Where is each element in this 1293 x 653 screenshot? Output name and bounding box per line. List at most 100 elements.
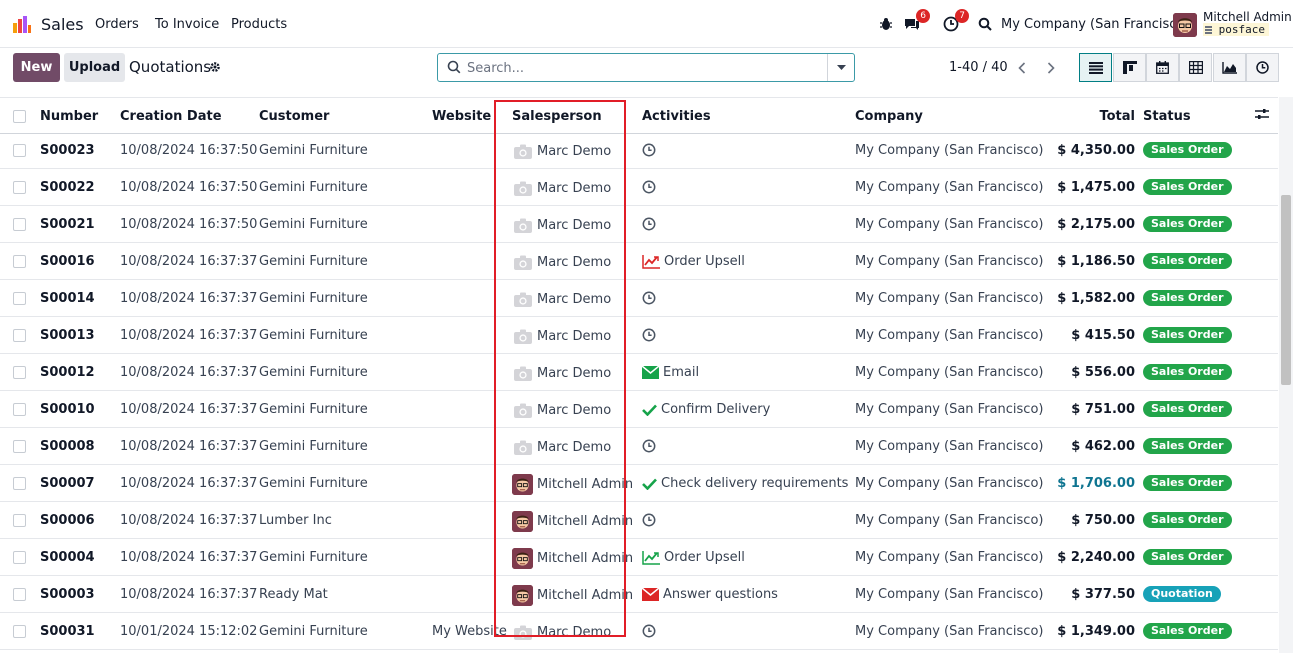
menu-orders[interactable]: Orders [95,17,139,32]
salesperson[interactable]: Mitchell Admin [512,473,633,495]
column-website[interactable]: Website [432,109,491,124]
table-row[interactable]: S00031 10/01/2024 15:12:02 Gemini Furnitur… [0,613,1278,650]
table-row[interactable]: S00003 10/08/2024 16:37:37 Ready Mat Mitche… [0,576,1278,613]
table-row[interactable]: S00008 10/08/2024 16:37:37 Gemini Furnitur… [0,428,1278,465]
calendar-view-button[interactable] [1146,53,1179,82]
user-name[interactable]: Mitchell Admin [1203,10,1292,24]
salesperson[interactable]: Marc Demo [512,251,611,273]
table-row[interactable]: S00012 10/08/2024 16:37:37 Gemini Furnitur… [0,354,1278,391]
search-input[interactable] [467,59,827,77]
row-checkbox[interactable] [13,218,26,231]
table-row[interactable]: S00022 10/08/2024 16:37:50 Gemini Furnitur… [0,169,1278,206]
activity[interactable]: Check delivery requirements [642,476,848,491]
activity-clock-icon[interactable]: 7 [941,9,969,34]
check-icon [642,478,661,490]
select-all-checkbox[interactable] [13,110,26,123]
user-avatar[interactable] [1173,13,1197,37]
activity[interactable] [642,180,660,194]
salesperson[interactable]: Marc Demo [512,621,611,643]
salesperson[interactable]: Mitchell Admin [512,547,633,569]
menu-products[interactable]: Products [231,17,287,32]
column-creation-date[interactable]: Creation Date [120,109,222,124]
search-options-toggle[interactable] [827,54,854,81]
new-button[interactable]: New [13,53,60,82]
table-row[interactable]: S00007 10/08/2024 16:37:37 Gemini Furnitur… [0,465,1278,502]
optional-columns-icon[interactable] [1255,108,1269,124]
creation-date: 10/08/2024 16:37:37 [120,439,258,454]
gear-icon[interactable] [209,61,221,77]
kanban-view-button[interactable] [1113,53,1146,82]
row-checkbox[interactable] [13,551,26,564]
activity[interactable] [642,624,660,638]
salesperson-name: Marc Demo [537,217,612,233]
company-switcher[interactable]: My Company (San Francisco) [1001,17,1189,32]
pager-next-button[interactable] [1037,54,1065,81]
salesperson[interactable]: Mitchell Admin [512,510,633,532]
salesperson[interactable]: Mitchell Admin [512,584,633,606]
table-row[interactable]: S00010 10/08/2024 16:37:37 Gemini Furnitur… [0,391,1278,428]
activity[interactable] [642,291,660,305]
table-row[interactable]: S00013 10/08/2024 16:37:37 Gemini Furnitur… [0,317,1278,354]
pivot-view-button[interactable] [1179,53,1212,82]
column-status[interactable]: Status [1143,109,1191,124]
graph-view-button[interactable] [1213,53,1246,82]
table-row[interactable]: S00014 10/08/2024 16:37:37 Gemini Furnitur… [0,280,1278,317]
upload-button[interactable]: Upload [64,53,125,82]
salesperson[interactable]: Marc Demo [512,436,611,458]
scrollbar-thumb[interactable] [1281,195,1291,385]
activity[interactable] [642,328,660,342]
salesperson[interactable]: Marc Demo [512,177,611,199]
table-row[interactable]: S00021 10/08/2024 16:37:50 Gemini Furnitur… [0,206,1278,243]
activity[interactable]: Answer questions [642,587,778,602]
search-bar[interactable] [437,53,855,82]
row-checkbox[interactable] [13,366,26,379]
activity[interactable] [642,143,660,157]
column-company[interactable]: Company [855,109,923,124]
salesperson[interactable]: Marc Demo [512,214,611,236]
creation-date: 10/08/2024 16:37:37 [120,513,258,528]
column-salesperson[interactable]: Salesperson [512,109,602,124]
chat-icon[interactable]: 6 [902,9,930,34]
salesperson[interactable]: Marc Demo [512,399,611,421]
sales-app-icon[interactable] [12,14,32,34]
salesperson[interactable]: Marc Demo [512,325,611,347]
row-checkbox[interactable] [13,255,26,268]
activity[interactable]: Order Upsell [642,254,745,269]
pager-value[interactable]: 1-40 / 40 [949,60,1008,75]
row-checkbox[interactable] [13,514,26,527]
bug-icon[interactable] [876,14,896,34]
column-customer[interactable]: Customer [259,109,329,124]
menu-to-invoice[interactable]: To Invoice [155,17,219,32]
vertical-scrollbar[interactable] [1279,97,1293,653]
row-checkbox[interactable] [13,625,26,638]
table-row[interactable]: S00016 10/08/2024 16:37:37 Gemini Furnitur… [0,243,1278,280]
row-checkbox[interactable] [13,588,26,601]
salesperson[interactable]: Marc Demo [512,288,611,310]
column-number[interactable]: Number [40,109,98,124]
activity-view-button[interactable] [1246,53,1279,82]
column-total[interactable]: Total [1035,109,1135,124]
row-checkbox[interactable] [13,144,26,157]
column-activities[interactable]: Activities [642,109,711,124]
salesperson[interactable]: Marc Demo [512,362,611,384]
salesperson[interactable]: Marc Demo [512,140,611,162]
table-row[interactable]: S00004 10/08/2024 16:37:37 Gemini Furnitur… [0,539,1278,576]
table-row[interactable]: S00023 10/08/2024 16:37:50 Gemini Furnitur… [0,132,1278,169]
pager-previous-button[interactable] [1008,54,1036,81]
row-checkbox[interactable] [13,329,26,342]
row-checkbox[interactable] [13,292,26,305]
activity[interactable]: Confirm Delivery [642,402,770,417]
company-search-icon[interactable] [975,14,995,34]
list-view-button[interactable] [1079,53,1112,82]
app-name[interactable]: Sales [41,15,84,34]
activity[interactable]: Email [642,365,699,380]
activity[interactable] [642,439,660,453]
table-row[interactable]: S00006 10/08/2024 16:37:37 Lumber Inc Mitch… [0,502,1278,539]
row-checkbox[interactable] [13,440,26,453]
row-checkbox[interactable] [13,181,26,194]
activity[interactable]: Order Upsell [642,550,745,565]
activity[interactable] [642,513,660,527]
row-checkbox[interactable] [13,477,26,490]
row-checkbox[interactable] [13,403,26,416]
activity[interactable] [642,217,660,231]
